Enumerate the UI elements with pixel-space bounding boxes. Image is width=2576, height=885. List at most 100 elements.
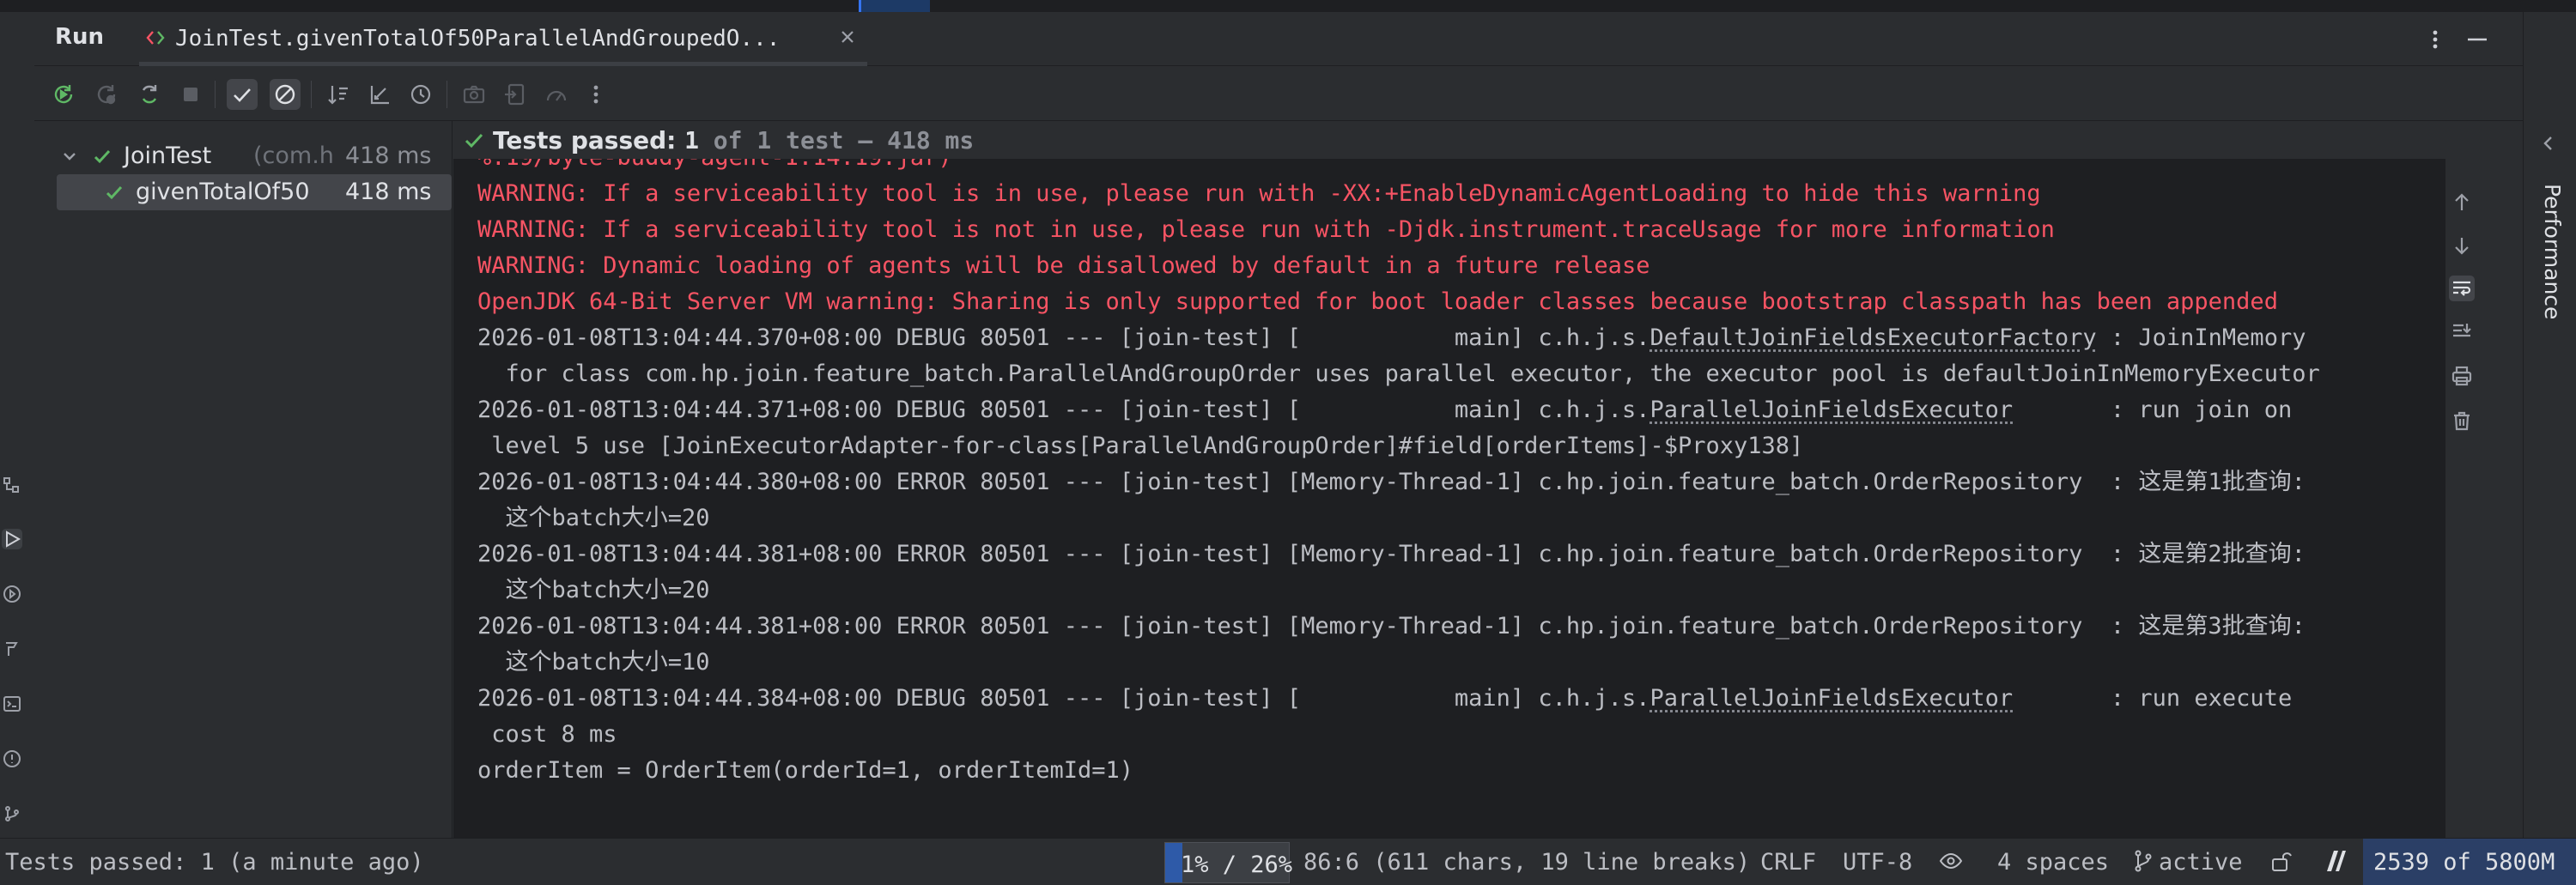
clear-all-button[interactable] <box>2449 408 2475 433</box>
chevron-down-icon[interactable] <box>58 145 81 167</box>
build-icon[interactable] <box>2 639 22 659</box>
check-icon <box>229 82 255 107</box>
show-passed-button[interactable] <box>227 79 258 110</box>
run-config-tab-label: JoinTest.givenTotalOf50ParallelAndGroupe… <box>175 26 780 52</box>
problems-icon[interactable] <box>2 749 22 769</box>
lock-icon[interactable] <box>2270 849 2293 873</box>
class-link[interactable]: ParallelJoinFieldsExecutor <box>1649 685 2013 712</box>
console-line-text: 2026-01-08T13:04:44.381+08:00 ERROR 8050… <box>477 541 2306 567</box>
console-log[interactable]: %.19/byte-buddy-agent-1.14.19.jar) WARNIN… <box>453 159 2445 838</box>
clock-icon <box>408 82 434 107</box>
run-header: Run JoinTest.givenTotalOf50ParallelAndGr… <box>34 12 2523 66</box>
run-title: Run <box>55 24 104 50</box>
heap-text: 2539 of 5800M <box>2373 849 2555 876</box>
heap-indicator[interactable]: 2539 of 5800M <box>2363 839 2576 885</box>
tree-item-duration: 418 ms <box>345 179 432 205</box>
plugin-icon[interactable] <box>2322 849 2348 873</box>
more-options-button[interactable] <box>580 79 611 110</box>
class-link[interactable]: DefaultJoinFieldsExecutorFactory <box>1649 324 2096 351</box>
sort-icon <box>325 82 351 107</box>
coverage-button[interactable] <box>541 79 572 110</box>
console-line-text: : run join on <box>2013 397 2292 423</box>
line-separator[interactable]: CRLF <box>1760 849 1816 876</box>
chevron-left-icon[interactable] <box>2537 132 2560 155</box>
console-line-text: 2026-01-08T13:04:44.381+08:00 ERROR 8050… <box>477 613 2306 640</box>
eye-icon[interactable] <box>1939 851 1963 871</box>
file-encoding[interactable]: UTF-8 <box>1843 849 1912 876</box>
test-passed-icon <box>103 181 125 203</box>
indent-setting[interactable]: 4 spaces <box>1997 849 2109 876</box>
console-output[interactable]: Tests passed: 1 of 1 test – 418 ms %.19/… <box>453 121 2445 838</box>
soft-wrap-button[interactable] <box>2449 276 2475 301</box>
more-vertical-icon <box>583 82 609 107</box>
test-history-button[interactable] <box>405 79 436 110</box>
summary-detail: of 1 test – 418 ms <box>699 126 974 155</box>
console-line: 这个batch大小=10 <box>477 645 710 681</box>
tree-item-name: givenTotalOf50 <box>136 179 310 205</box>
terminal-icon[interactable] <box>2 694 22 714</box>
vcs-branch-icon <box>2133 849 2154 873</box>
minimize-icon[interactable] <box>2464 27 2490 52</box>
run-config-tab[interactable]: JoinTest.givenTotalOf50ParallelAndGroupe… <box>139 15 867 66</box>
close-icon[interactable] <box>835 24 860 50</box>
rerun-failed-button[interactable] <box>91 79 122 110</box>
scroll-down-button[interactable] <box>2449 233 2475 258</box>
console-line: 2026-01-08T13:04:44.381+08:00 ERROR 8050… <box>477 609 2306 645</box>
status-message[interactable]: Tests passed: 1 (a minute ago) <box>5 849 424 876</box>
test-tree: JoinTest (com.h 418 ms givenTotalOf50 41… <box>34 121 453 838</box>
console-actions <box>2447 121 2476 838</box>
console-line: 这个batch大小=20 <box>477 573 710 609</box>
git-icon[interactable] <box>2 803 22 824</box>
memory-indicator[interactable]: 1% / 26% <box>1164 842 1290 883</box>
console-line-text: orderItem = OrderItem(orderId=1, orderIt… <box>477 757 1133 784</box>
run-tool-icon[interactable] <box>2 529 22 549</box>
console-line: cost 8 ms <box>477 717 617 753</box>
test-summary: Tests passed: 1 of 1 test – 418 ms <box>453 121 2445 159</box>
caret-position[interactable]: 86:6 (611 chars, 19 line breaks) <box>1303 849 1750 876</box>
console-line: WARNING: Dynamic loading of agents will … <box>477 248 1649 284</box>
screenshot-button[interactable] <box>459 79 489 110</box>
console-line-text: 2026-01-08T13:04:44.371+08:00 DEBUG 8050… <box>477 397 1649 423</box>
test-passed-icon <box>462 128 486 152</box>
console-line: OpenJDK 64-Bit Server VM warning: Sharin… <box>477 284 2278 320</box>
console-line-text: 2026-01-08T13:04:44.380+08:00 ERROR 8050… <box>477 469 2306 495</box>
printer-icon <box>2451 365 2473 387</box>
console-line: WARNING: If a serviceability tool is not… <box>477 212 2055 248</box>
arrow-down-icon <box>2451 234 2473 257</box>
scroll-to-end-button[interactable] <box>2449 318 2475 344</box>
structure-icon[interactable] <box>2 476 22 496</box>
scroll-up-button[interactable] <box>2449 190 2475 215</box>
stop-icon <box>178 82 204 107</box>
run-toolbar <box>34 67 2523 121</box>
tree-item-duration: 418 ms <box>345 142 432 169</box>
show-ignored-button[interactable] <box>270 79 301 110</box>
tree-item-name: JoinTest <box>124 142 211 169</box>
status-bar: Tests passed: 1 (a minute ago) 1% / 26% … <box>0 838 2576 885</box>
right-tool-strip: Performance <box>2523 12 2576 838</box>
editor-scroll-indicator <box>859 0 930 12</box>
rerun-button[interactable] <box>48 79 79 110</box>
stop-button[interactable] <box>175 79 206 110</box>
console-line-text: 2026-01-08T13:04:44.384+08:00 DEBUG 8050… <box>477 685 1649 712</box>
console-line: %.19/byte-buddy-agent-1.14.19.jar) <box>477 159 952 176</box>
tree-item-package: (com.h <box>253 142 334 169</box>
console-line: orderItem = OrderItem(orderId=1, orderIt… <box>477 753 1133 789</box>
sort-alphabetically-button[interactable] <box>323 79 354 110</box>
test-config-icon <box>144 26 168 50</box>
sort-by-duration-button[interactable] <box>364 79 395 110</box>
vcs-branch[interactable]: active <box>2159 849 2243 876</box>
services-icon[interactable] <box>2 584 22 604</box>
test-passed-icon <box>91 145 113 167</box>
more-vertical-icon[interactable] <box>2423 27 2447 52</box>
performance-tab[interactable]: Performance <box>2530 184 2565 319</box>
coverage-icon <box>544 82 569 107</box>
tree-item-giventotalof50[interactable]: givenTotalOf50 418 ms <box>34 174 452 210</box>
memory-text: 1% / 26% <box>1181 852 1292 878</box>
console-line-text: : JoinInMemory <box>2097 324 2306 351</box>
tree-item-jointest[interactable]: JoinTest (com.h 418 ms <box>34 138 452 174</box>
import-icon <box>502 82 528 107</box>
print-button[interactable] <box>2449 363 2475 389</box>
import-tests-button[interactable] <box>500 79 531 110</box>
class-link[interactable]: ParallelJoinFieldsExecutor <box>1649 397 2013 423</box>
toggle-auto-test-button[interactable] <box>134 79 165 110</box>
